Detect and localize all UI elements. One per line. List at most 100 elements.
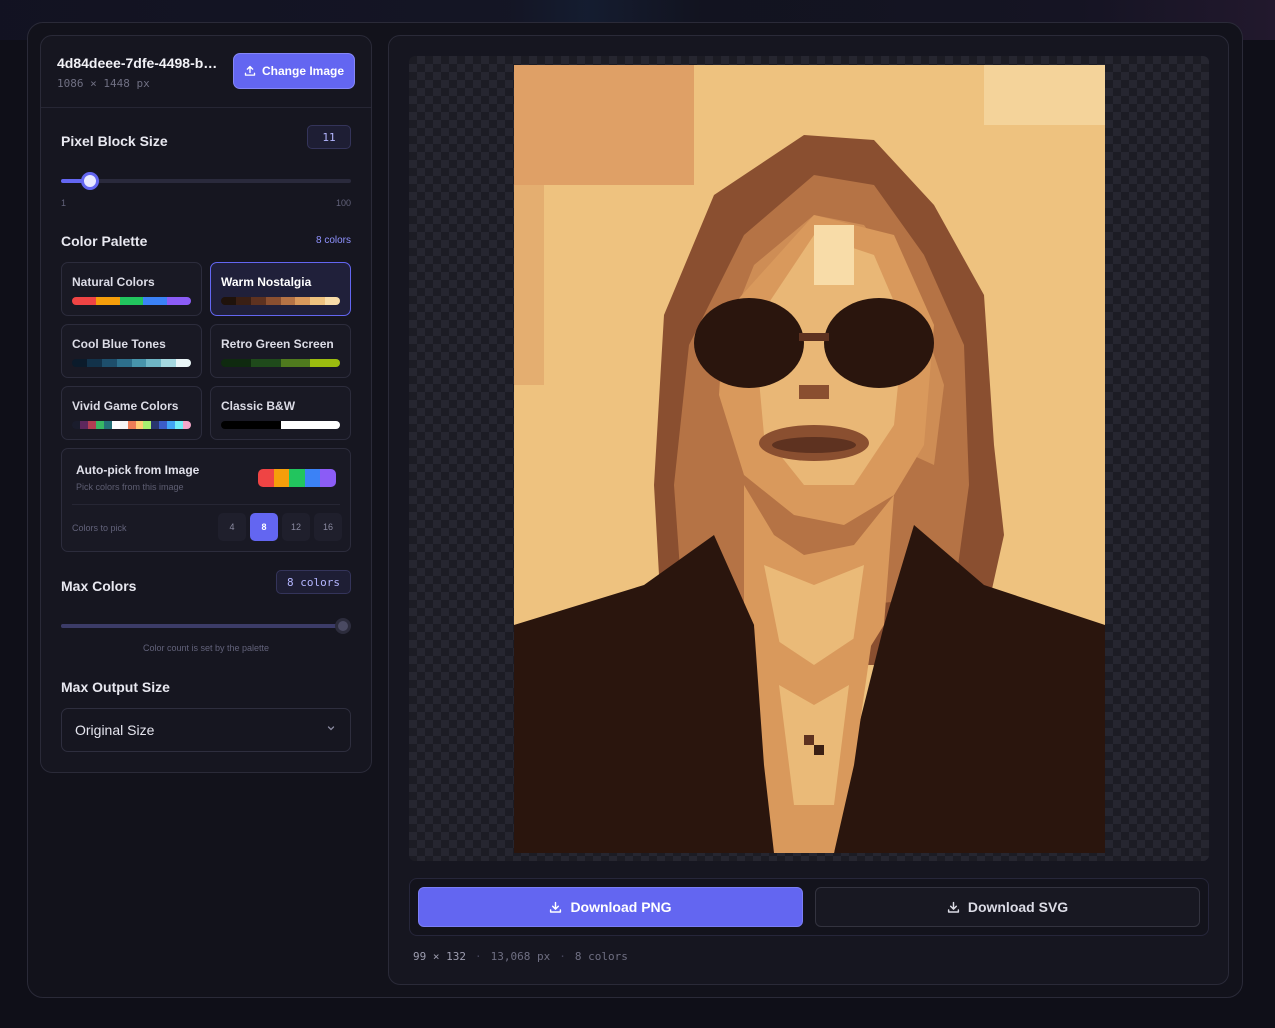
auto-pick-swatch-color xyxy=(273,469,290,487)
palette-color-swatch xyxy=(176,359,191,367)
palette-color-swatch xyxy=(250,359,281,367)
output-size-select[interactable]: Original Size xyxy=(61,708,351,752)
palette-option-name: Classic B&W xyxy=(221,399,296,413)
palette-row: Color Palette 8 colors xyxy=(61,233,351,251)
palette-color-swatch xyxy=(159,421,168,429)
stats-pixels: 13,068 px xyxy=(490,950,551,963)
colors-to-pick-option-16[interactable]: 16 xyxy=(314,513,342,541)
palette-color-swatch xyxy=(310,359,340,367)
palette-option-name: Cool Blue Tones xyxy=(72,337,166,351)
max-colors-slider[interactable] xyxy=(61,618,351,634)
separator: · xyxy=(474,950,482,963)
palette-color-swatch xyxy=(101,359,117,367)
palette-color-swatch xyxy=(221,421,251,429)
file-dimensions: 1086 × 1448 px xyxy=(57,77,150,90)
change-image-button[interactable]: Change Image xyxy=(233,53,355,89)
palette-color-strip xyxy=(221,421,340,429)
max-colors-row: Max Colors 8 colors xyxy=(61,570,351,596)
palette-color-swatch xyxy=(103,421,112,429)
palette-color-swatch xyxy=(250,297,266,305)
pixel-block-max: 100 xyxy=(335,198,351,208)
palette-option[interactable]: Classic B&W xyxy=(210,386,351,440)
colors-to-pick-label: Colors to pick xyxy=(72,523,127,533)
max-colors-value: 8 colors xyxy=(276,570,351,594)
palette-color-swatch xyxy=(280,421,311,429)
download-icon xyxy=(947,901,959,913)
download-png-button[interactable]: Download PNG xyxy=(418,887,803,927)
palette-option[interactable]: Natural Colors xyxy=(61,262,202,316)
palette-color-swatch xyxy=(143,421,152,429)
pixel-block-min: 1 xyxy=(61,198,67,208)
palette-color-swatch xyxy=(72,297,96,305)
palette-option[interactable]: Warm Nostalgia xyxy=(210,262,351,316)
palette-color-swatch xyxy=(119,297,144,305)
pixelated-image-preview xyxy=(514,65,1105,853)
palette-color-swatch xyxy=(111,421,120,429)
divider xyxy=(72,504,340,505)
palette-color-swatch xyxy=(86,359,102,367)
download-svg-button[interactable]: Download SVG xyxy=(815,887,1200,927)
palette-color-swatch xyxy=(167,421,176,429)
colors-to-pick-option-12[interactable]: 12 xyxy=(282,513,310,541)
palette-color-swatch xyxy=(143,297,168,305)
output-size-row: Max Output Size xyxy=(61,679,351,697)
max-colors-slider-thumb[interactable] xyxy=(335,618,351,634)
palette-color-strip xyxy=(221,359,340,367)
palette-option-name: Warm Nostalgia xyxy=(221,275,312,289)
auto-pick-swatch xyxy=(258,469,336,487)
pixel-block-label: Pixel Block Size xyxy=(61,133,168,149)
colors-to-pick-options: 4 8 12 16 xyxy=(218,513,342,541)
download-icon xyxy=(550,901,562,913)
chevron-down-icon xyxy=(327,726,335,731)
palette-color-swatch xyxy=(221,297,236,305)
auto-pick-card[interactable]: Auto-pick from Image Pick colors from th… xyxy=(61,448,351,552)
separator: · xyxy=(559,950,566,963)
auto-pick-title: Auto-pick from Image xyxy=(76,463,200,477)
pixel-art-image xyxy=(514,65,1105,853)
pixel-block-range: 1 100 xyxy=(61,198,351,208)
palette-color-strip xyxy=(72,421,191,429)
output-size-label: Max Output Size xyxy=(61,679,170,695)
palette-color-swatch xyxy=(265,297,281,305)
palette-option-name: Natural Colors xyxy=(72,275,155,289)
auto-pick-swatch-color xyxy=(304,469,321,487)
palette-color-strip xyxy=(72,297,191,305)
download-svg-label: Download SVG xyxy=(967,899,1069,915)
upload-icon xyxy=(244,65,256,76)
palette-color-swatch xyxy=(221,359,251,367)
palette-color-swatch xyxy=(135,421,144,429)
palette-option-name: Vivid Game Colors xyxy=(72,399,179,413)
colors-to-pick-option-8[interactable]: 8 xyxy=(250,513,278,541)
file-name: 4d84deee-7dfe-4498-b… xyxy=(57,55,218,71)
palette-option[interactable]: Retro Green Screen xyxy=(210,324,351,378)
colors-to-pick-option-4[interactable]: 4 xyxy=(218,513,246,541)
palette-color-swatch xyxy=(116,359,132,367)
palette-color-swatch xyxy=(127,421,136,429)
stats-grid: 99 × 132 xyxy=(413,950,466,963)
palette-color-swatch xyxy=(72,421,80,429)
palette-color-swatch xyxy=(325,297,340,305)
palette-color-swatch xyxy=(161,359,177,367)
stats-colors: 8 colors xyxy=(574,950,628,963)
palette-option[interactable]: Cool Blue Tones xyxy=(61,324,202,378)
auto-pick-swatch-color xyxy=(320,469,336,487)
palette-color-swatch xyxy=(146,359,162,367)
palette-color-swatch xyxy=(280,297,296,305)
palette-color-swatch xyxy=(235,297,251,305)
palette-color-swatch xyxy=(79,421,88,429)
pixel-block-slider[interactable] xyxy=(61,172,351,190)
palette-color-swatch xyxy=(310,297,326,305)
palette-option-name: Retro Green Screen xyxy=(221,337,334,351)
palette-color-swatch xyxy=(175,421,184,429)
max-colors-hint: Color count is set by the palette xyxy=(142,643,270,653)
output-stats: 99 × 132 · 13,068 px · 8 colors xyxy=(413,950,628,963)
pixel-block-slider-thumb[interactable] xyxy=(81,172,99,190)
palette-color-swatch xyxy=(310,421,340,429)
palette-color-strip xyxy=(221,297,340,305)
pixel-block-row: Pixel Block Size 11 xyxy=(61,125,351,151)
palette-option[interactable]: Vivid Game Colors xyxy=(61,386,202,440)
palette-count: 8 colors xyxy=(315,235,351,246)
palette-color-swatch xyxy=(250,421,281,429)
output-size-value: Original Size xyxy=(75,722,155,738)
file-header: 4d84deee-7dfe-4498-b… 1086 × 1448 px Cha… xyxy=(41,36,371,108)
